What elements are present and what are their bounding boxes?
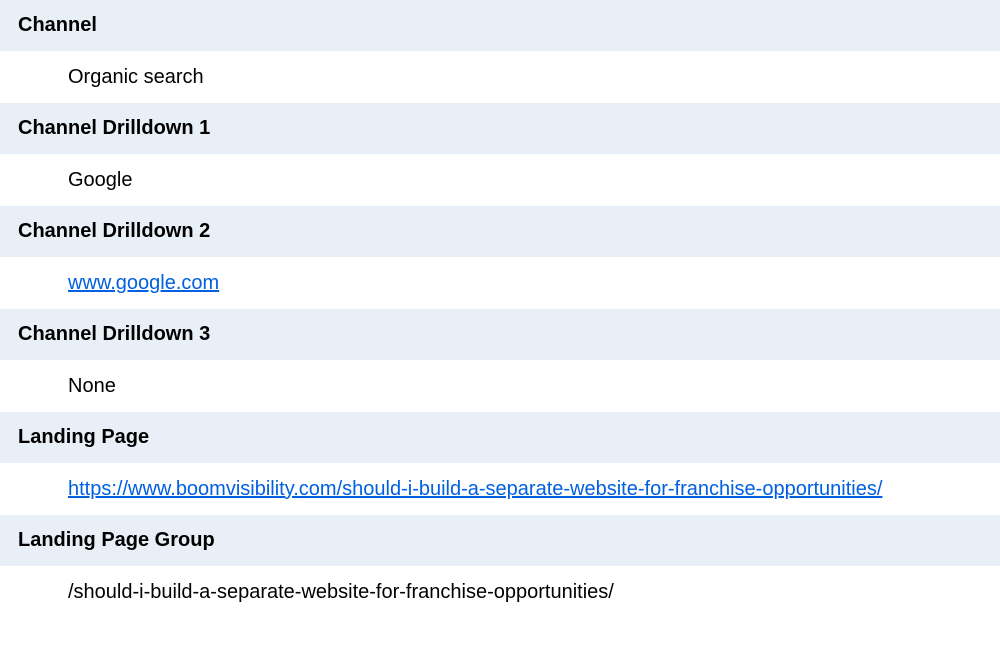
link-channel-drilldown-2[interactable]: www.google.com: [68, 272, 219, 294]
row-channel-drilldown-2: Channel Drilldown 2 www.google.com: [0, 206, 1000, 309]
header-landing-page-group: Landing Page Group: [0, 515, 1000, 567]
row-channel-drilldown-1: Channel Drilldown 1 Google: [0, 103, 1000, 206]
header-channel: Channel: [0, 0, 1000, 52]
value-channel-drilldown-1: Google: [0, 155, 1000, 206]
row-channel: Channel Organic search: [0, 0, 1000, 103]
value-cell-landing-page: https://www.boomvisibility.com/should-i-…: [0, 464, 1000, 515]
header-channel-drilldown-2: Channel Drilldown 2: [0, 206, 1000, 258]
row-landing-page: Landing Page https://www.boomvisibility.…: [0, 412, 1000, 515]
value-channel: Organic search: [0, 52, 1000, 103]
value-landing-page-group: /should-i-build-a-separate-website-for-f…: [0, 567, 1000, 618]
header-landing-page: Landing Page: [0, 412, 1000, 464]
row-landing-page-group: Landing Page Group /should-i-build-a-sep…: [0, 515, 1000, 618]
row-channel-drilldown-3: Channel Drilldown 3 None: [0, 309, 1000, 412]
link-landing-page[interactable]: https://www.boomvisibility.com/should-i-…: [68, 478, 882, 500]
value-cell-channel-drilldown-2: www.google.com: [0, 258, 1000, 309]
details-table: Channel Organic search Channel Drilldown…: [0, 0, 1000, 618]
header-channel-drilldown-3: Channel Drilldown 3: [0, 309, 1000, 361]
header-channel-drilldown-1: Channel Drilldown 1: [0, 103, 1000, 155]
value-channel-drilldown-3: None: [0, 361, 1000, 412]
